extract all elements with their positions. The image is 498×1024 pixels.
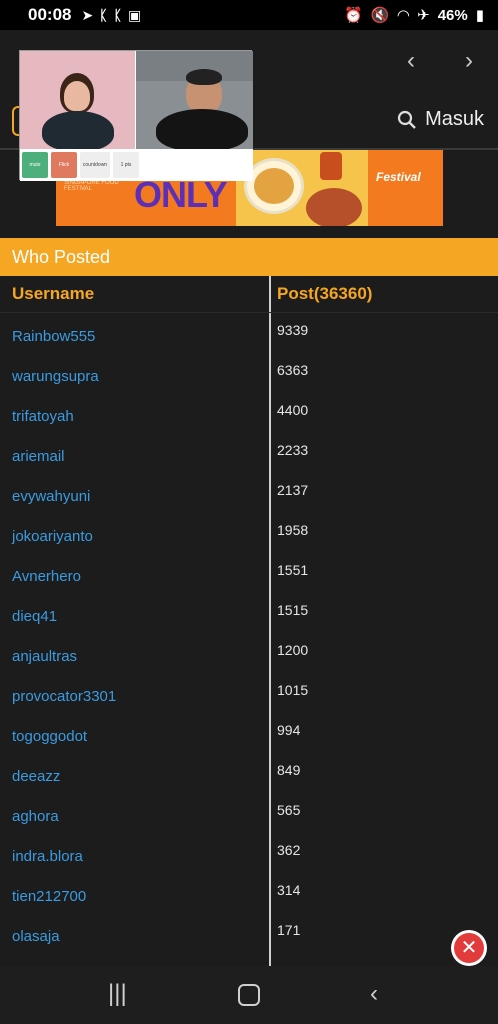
pip-button[interactable]: Flick (51, 152, 77, 178)
mute-icon: 🔇 (370, 7, 390, 24)
chevron-right-icon[interactable]: › (454, 46, 484, 76)
username-link[interactable]: Avnerhero (12, 568, 81, 585)
pip-button[interactable]: countdown (80, 152, 110, 178)
posters-table: Username Post(36360) Rainbow555 9339 warun… (0, 276, 498, 966)
username-link[interactable]: aghora (12, 808, 59, 825)
login-label: Masuk (425, 108, 484, 130)
post-count: 2137 (277, 482, 309, 498)
post-count: 849 (277, 762, 301, 778)
post-count: 6363 (277, 362, 309, 378)
k-icon: ᛕ (99, 6, 108, 23)
pip-controls: mute Flick countdown 1 pts (20, 149, 253, 181)
username-link[interactable]: trifatoyah (12, 408, 74, 425)
post-count: 2233 (277, 442, 309, 458)
post-count: 171 (277, 922, 301, 938)
username-link[interactable]: indra.blora (12, 848, 83, 865)
username-link[interactable]: olasaja (12, 928, 60, 945)
username-link[interactable]: warungsupra (12, 368, 99, 385)
column-header-post[interactable]: Post(36360) (277, 284, 372, 304)
k-icon: ᛕ (113, 6, 123, 23)
video-call-overlay[interactable]: mute Flick countdown 1 pts (19, 50, 253, 181)
login-button[interactable]: Masuk (397, 108, 484, 131)
pip-button[interactable]: 1 pts (113, 152, 139, 178)
username-link[interactable]: evywahyuni (12, 488, 90, 505)
post-count: 565 (277, 802, 301, 818)
column-divider (269, 276, 271, 966)
home-icon[interactable] (238, 984, 260, 1006)
username-link[interactable]: tien212700 (12, 888, 86, 905)
system-navbar: ||| ‹ (0, 966, 498, 1024)
username-link[interactable]: jokoariyanto (12, 528, 93, 545)
notification-icons: ➤ ᛕ ᛕ ▣ (81, 7, 141, 24)
status-time: 00:08 (28, 5, 72, 24)
post-count: 362 (277, 842, 301, 858)
airplane-icon: ✈ (417, 7, 430, 24)
pip-button[interactable]: mute (22, 152, 48, 178)
username-link[interactable]: togoggodot (12, 728, 87, 745)
recent-apps-icon[interactable]: ||| (108, 980, 127, 1008)
search-icon (397, 110, 416, 129)
close-icon: ✕ (454, 933, 484, 963)
post-count: 1200 (277, 642, 309, 658)
username-link[interactable]: deeazz (12, 768, 60, 785)
banner-subtext: SINGAPORE FOOD FESTIVAL (64, 180, 119, 192)
wifi-icon: ◠ (397, 7, 410, 24)
system-icons: ⏰ 🔇 ◠ ✈ 46% ▮ (344, 6, 484, 25)
banner-festival: Festival (376, 170, 421, 184)
chevron-left-icon[interactable]: ‹ (396, 46, 426, 76)
post-count: 4400 (277, 402, 309, 418)
close-button[interactable]: ✕ (451, 930, 487, 966)
username-link[interactable]: Rainbow555 (12, 328, 95, 345)
username-link[interactable]: anjaultras (12, 648, 77, 665)
post-count: 1551 (277, 562, 309, 578)
username-link[interactable]: ariemail (12, 448, 65, 465)
image-icon: ▣ (128, 6, 142, 23)
video-feed-right (136, 51, 253, 149)
battery-percent: 46% (437, 6, 468, 24)
username-link[interactable]: dieq41 (12, 608, 57, 625)
alarm-icon: ⏰ (344, 7, 363, 24)
telegram-icon: ➤ (81, 6, 94, 23)
username-link[interactable]: provocator3301 (12, 688, 116, 705)
battery-icon: ▮ (475, 7, 484, 24)
post-count: 994 (277, 722, 301, 738)
video-feed-left (20, 51, 135, 149)
post-count: 1515 (277, 602, 309, 618)
post-count: 314 (277, 882, 301, 898)
post-count: 1015 (277, 682, 309, 698)
section-title: Who Posted (0, 238, 498, 276)
status-bar: 00:08 ➤ ᛕ ᛕ ▣ ⏰ 🔇 ◠ ✈ 46% ▮ (0, 0, 498, 30)
header-divider (0, 312, 498, 313)
back-icon[interactable]: ‹ (370, 980, 378, 1008)
food-image (236, 150, 368, 226)
post-count: 1958 (277, 522, 309, 538)
column-header-username[interactable]: Username (12, 284, 94, 304)
post-count: 9339 (277, 322, 309, 338)
